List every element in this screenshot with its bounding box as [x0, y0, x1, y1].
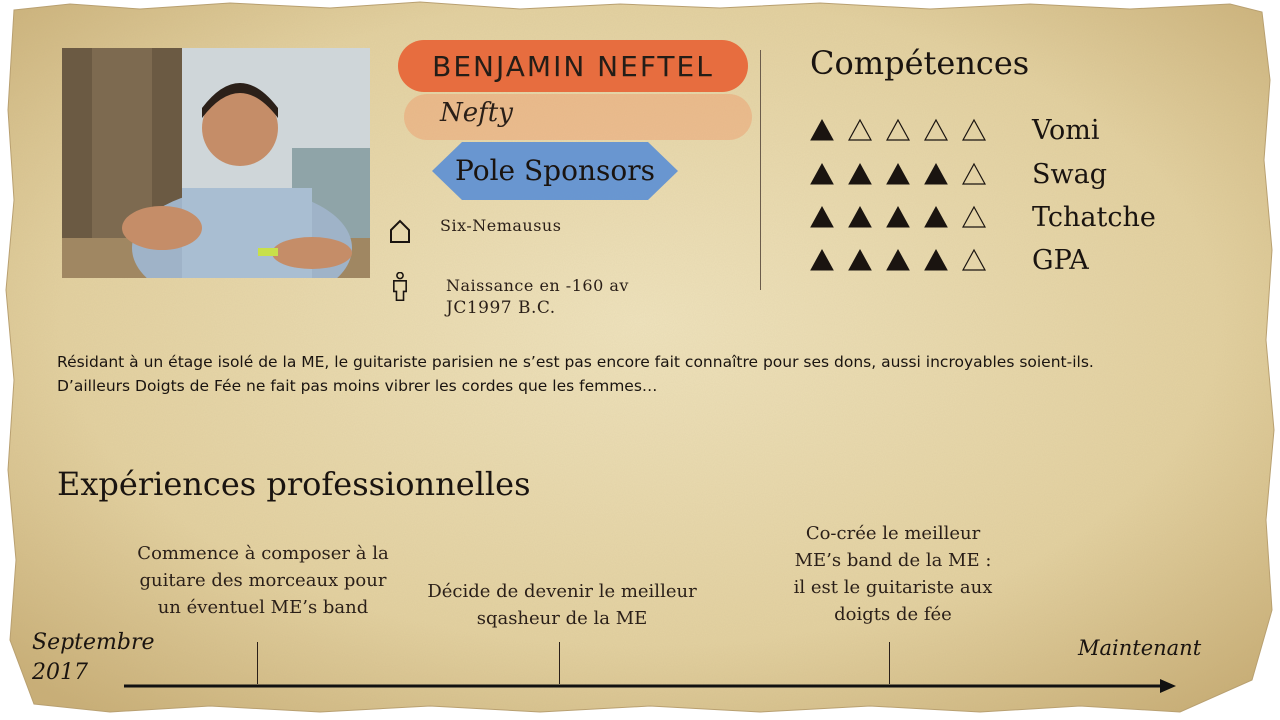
skill-rating: [810, 162, 1020, 186]
empty-triangle-icon: [962, 248, 986, 271]
profile-nickname: Nefty: [440, 98, 513, 128]
event-line: sqasheur de la ME: [476, 608, 648, 629]
event-line: un éventuel ME’s band: [157, 597, 369, 618]
filled-triangle-icon: [810, 248, 834, 271]
event-line: Commence à composer à la: [137, 543, 389, 564]
empty-triangle-icon: [962, 162, 986, 185]
home-icon: [390, 219, 410, 243]
event-line: doigts de fée: [834, 604, 952, 625]
timeline-start-year: 2017: [32, 660, 88, 685]
filled-triangle-icon: [886, 248, 910, 271]
timeline-arrow: [124, 679, 1176, 693]
filled-triangle-icon: [848, 205, 872, 228]
event-line: guitare des morceaux pour: [139, 570, 387, 591]
filled-triangle-icon: [810, 162, 834, 185]
timeline-start-month: Septembre: [32, 630, 155, 655]
filled-triangle-icon: [924, 205, 948, 228]
empty-triangle-icon: [924, 118, 948, 141]
event-line: Co-crée le meilleur: [805, 523, 981, 544]
skill-label: Vomi: [1032, 114, 1100, 146]
skill-row: Swag: [810, 157, 1107, 191]
skill-rating: [810, 248, 1020, 272]
skill-rating: [810, 118, 1020, 142]
bio-text: Résidant à un étage isolé de la ME, le g…: [57, 350, 1217, 398]
filled-triangle-icon: [810, 118, 834, 141]
timeline-event-3: Co-crée le meilleur ME’s band de la ME : i…: [770, 520, 1016, 628]
empty-triangle-icon: [848, 118, 872, 141]
timeline-start: Septembre 2017: [32, 628, 155, 688]
profile-name: BENJAMIN NEFTEL: [432, 49, 714, 83]
column-divider: [760, 50, 761, 290]
person-icon: [393, 272, 407, 302]
filled-triangle-icon: [848, 162, 872, 185]
filled-triangle-icon: [886, 205, 910, 228]
empty-triangle-icon: [962, 118, 986, 141]
filled-triangle-icon: [924, 248, 948, 271]
skill-rating: [810, 205, 1020, 229]
timeline-event-2: Décide de devenir le meilleur sqasheur de…: [420, 578, 704, 632]
skill-row: GPA: [810, 243, 1089, 277]
filled-triangle-icon: [848, 248, 872, 271]
bio-line-2: D’ailleurs Doigts de Fée ne fait pas moi…: [57, 377, 658, 395]
empty-triangle-icon: [886, 118, 910, 141]
event-line: ME’s band de la ME :: [794, 550, 992, 571]
event-line: Décide de devenir le meilleur: [427, 581, 697, 602]
filled-triangle-icon: [886, 162, 910, 185]
timeline-end: Maintenant: [1078, 636, 1202, 660]
experience-title: Expériences professionnelles: [57, 465, 531, 503]
skill-label: Tchatche: [1032, 201, 1156, 233]
event-line: il est le guitariste aux: [793, 577, 993, 598]
skill-row: Tchatche: [810, 200, 1156, 234]
bio-line-1: Résidant à un étage isolé de la ME, le g…: [57, 353, 1094, 371]
timeline-event-1: Commence à composer à la guitare des morc…: [130, 540, 396, 621]
filled-triangle-icon: [810, 205, 834, 228]
skill-row: Vomi: [810, 113, 1100, 147]
profile-birth-line1: Naissance en -160 av: [446, 276, 629, 295]
skill-label: GPA: [1032, 244, 1089, 276]
empty-triangle-icon: [962, 205, 986, 228]
profile-location: Six-Nemausus: [440, 216, 562, 235]
name-banner: BENJAMIN NEFTEL: [398, 40, 748, 92]
profile-birth-line2: JC1997 B.C.: [446, 298, 556, 318]
profile-pole: Pole Sponsors: [455, 153, 655, 187]
profile-photo: [62, 48, 370, 278]
filled-triangle-icon: [924, 162, 948, 185]
skills-title: Compétences: [810, 44, 1030, 82]
skill-label: Swag: [1032, 158, 1107, 190]
